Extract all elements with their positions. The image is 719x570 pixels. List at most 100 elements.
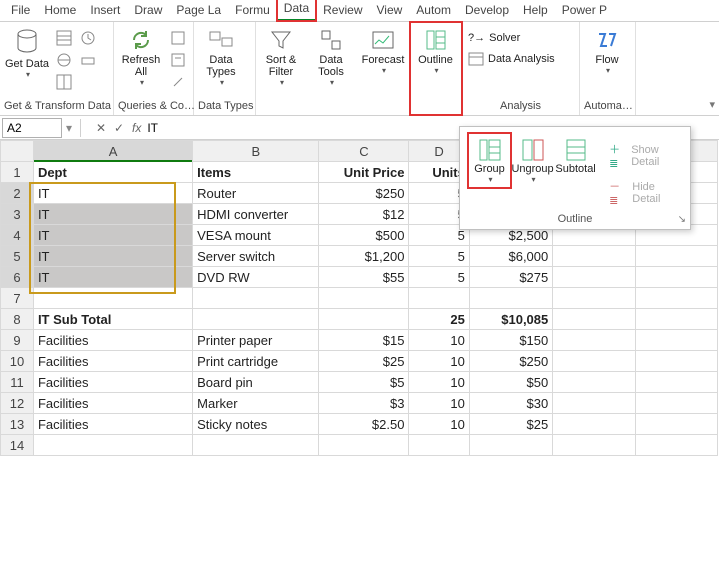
tab-formu[interactable]: Formu xyxy=(228,1,277,21)
row-header[interactable]: 2 xyxy=(1,183,34,204)
cell[interactable] xyxy=(193,309,319,330)
cell[interactable] xyxy=(553,267,635,288)
tab-insert[interactable]: Insert xyxy=(83,1,127,21)
subtotal-button[interactable]: Subtotal xyxy=(554,133,597,179)
row-header[interactable]: 3 xyxy=(1,204,34,225)
cell[interactable]: IT xyxy=(33,225,192,246)
tab-power-p[interactable]: Power P xyxy=(555,1,614,21)
namebox-dropdown[interactable]: ▾ xyxy=(62,121,76,135)
cell[interactable]: 10 xyxy=(409,351,469,372)
cell[interactable]: 10 xyxy=(409,330,469,351)
tab-home[interactable]: Home xyxy=(37,1,83,21)
row-header[interactable]: 5 xyxy=(1,246,34,267)
cell[interactable]: HDMI converter xyxy=(193,204,319,225)
cell[interactable]: DVD RW xyxy=(193,267,319,288)
cell[interactable]: $500 xyxy=(319,225,409,246)
cell[interactable] xyxy=(409,288,469,309)
cell[interactable]: IT xyxy=(33,183,192,204)
cell[interactable]: 10 xyxy=(409,372,469,393)
cell[interactable]: $1,200 xyxy=(319,246,409,267)
solver-button[interactable]: ?→ Solver xyxy=(466,30,522,46)
name-box[interactable] xyxy=(2,118,62,138)
row-header[interactable]: 13 xyxy=(1,414,34,435)
cell[interactable]: $275 xyxy=(469,267,552,288)
queries-button[interactable] xyxy=(168,28,188,48)
cell[interactable]: $6,000 xyxy=(469,246,552,267)
cell[interactable] xyxy=(635,246,717,267)
cell[interactable]: Sticky notes xyxy=(193,414,319,435)
data-types-button[interactable]: Data Types ▾ xyxy=(198,24,244,87)
get-data-button[interactable]: Get Data ▾ xyxy=(4,24,50,79)
row-header[interactable]: 4 xyxy=(1,225,34,246)
cell[interactable] xyxy=(553,393,635,414)
dialog-launcher-icon[interactable]: ↘ xyxy=(678,214,686,225)
cell[interactable] xyxy=(553,246,635,267)
tab-data[interactable]: Data xyxy=(277,0,316,21)
cell[interactable]: Marker xyxy=(193,393,319,414)
cell[interactable] xyxy=(553,414,635,435)
cell[interactable]: $25 xyxy=(469,414,552,435)
cell[interactable]: $55 xyxy=(319,267,409,288)
cell[interactable]: $30 xyxy=(469,393,552,414)
recent-sources-button[interactable] xyxy=(78,28,98,48)
cell[interactable] xyxy=(635,393,717,414)
cell[interactable] xyxy=(193,288,319,309)
flow-button[interactable]: Flow ▾ xyxy=(584,24,630,75)
cell[interactable]: $250 xyxy=(319,183,409,204)
cell[interactable] xyxy=(33,288,192,309)
col-header-A[interactable]: A xyxy=(33,141,192,162)
cell[interactable] xyxy=(635,330,717,351)
row-header[interactable]: 11 xyxy=(1,372,34,393)
cell[interactable]: $2.50 xyxy=(319,414,409,435)
tab-page-la[interactable]: Page La xyxy=(169,1,228,21)
tab-draw[interactable]: Draw xyxy=(127,1,169,21)
data-analysis-button[interactable]: Data Analysis xyxy=(466,50,557,68)
fx-icon[interactable]: fx xyxy=(128,121,145,135)
cell[interactable]: Router xyxy=(193,183,319,204)
tab-review[interactable]: Review xyxy=(316,1,369,21)
col-header-B[interactable]: B xyxy=(193,141,319,162)
cell[interactable]: IT xyxy=(33,267,192,288)
cell[interactable]: $25 xyxy=(319,351,409,372)
from-text-button[interactable] xyxy=(54,28,74,48)
row-header[interactable]: 12 xyxy=(1,393,34,414)
cell[interactable] xyxy=(635,267,717,288)
row-header[interactable]: 8 xyxy=(1,309,34,330)
cell[interactable] xyxy=(553,309,635,330)
cell[interactable]: Facilities xyxy=(33,393,192,414)
cell[interactable]: Facilities xyxy=(33,351,192,372)
cell[interactable]: IT xyxy=(33,204,192,225)
cell[interactable]: Print cartridge xyxy=(193,351,319,372)
enter-formula-button[interactable]: ✓ xyxy=(110,121,128,135)
cell[interactable]: $50 xyxy=(469,372,552,393)
cell[interactable]: $10,085 xyxy=(469,309,552,330)
cell[interactable] xyxy=(469,435,552,456)
tab-help[interactable]: Help xyxy=(516,1,555,21)
cell[interactable]: $15 xyxy=(319,330,409,351)
cell[interactable]: IT xyxy=(33,246,192,267)
row-header[interactable]: 9 xyxy=(1,330,34,351)
cell[interactable]: Facilities xyxy=(33,330,192,351)
cell[interactable]: VESA mount xyxy=(193,225,319,246)
select-all-corner[interactable] xyxy=(1,141,34,162)
cell[interactable] xyxy=(635,372,717,393)
outline-button[interactable]: Outline ▾ xyxy=(414,24,457,75)
cell[interactable]: $250 xyxy=(469,351,552,372)
cell[interactable] xyxy=(319,435,409,456)
cancel-formula-button[interactable]: ✕ xyxy=(92,121,110,135)
cell[interactable]: 5 xyxy=(409,246,469,267)
from-web-button[interactable] xyxy=(54,50,74,70)
cell[interactable]: $150 xyxy=(469,330,552,351)
cell[interactable]: Printer paper xyxy=(193,330,319,351)
data-tools-button[interactable]: Data Tools ▾ xyxy=(310,24,352,87)
cell[interactable] xyxy=(635,288,717,309)
row-header[interactable]: 1 xyxy=(1,162,34,183)
cell[interactable] xyxy=(635,435,717,456)
cell[interactable] xyxy=(319,309,409,330)
properties-button[interactable] xyxy=(168,50,188,70)
cell[interactable]: IT Sub Total xyxy=(33,309,192,330)
tab-view[interactable]: View xyxy=(370,1,410,21)
cell[interactable] xyxy=(409,435,469,456)
col-header-C[interactable]: C xyxy=(319,141,409,162)
forecast-button[interactable]: Forecast ▾ xyxy=(360,24,406,75)
